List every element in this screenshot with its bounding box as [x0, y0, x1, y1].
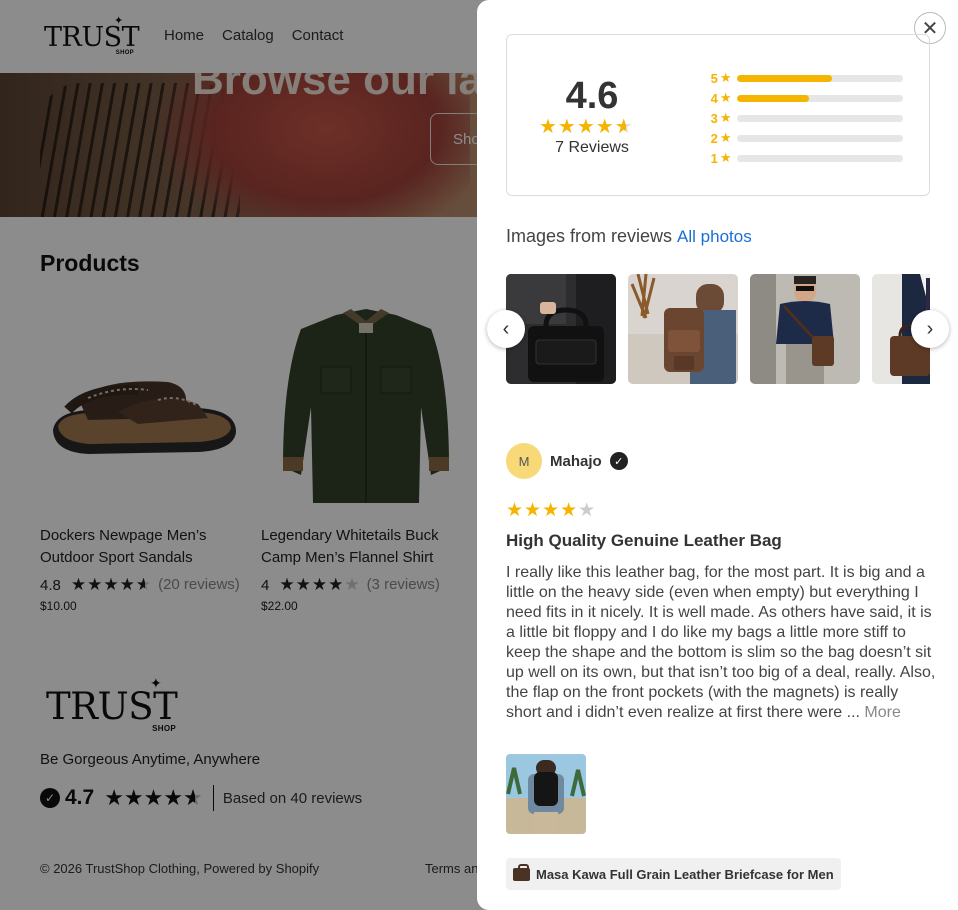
reviewer-name: Mahajo [550, 452, 602, 470]
distribution-row-1[interactable]: 1 ★ [693, 148, 903, 168]
distribution-bar-fill [737, 74, 832, 82]
briefcase-icon [513, 863, 530, 881]
distribution-row-5[interactable]: 5 ★ [693, 68, 903, 88]
average-stars-icon: ★★★★★ ★ [539, 116, 634, 138]
reviewer-info: M Mahajo ✓ [506, 443, 628, 479]
star-icon: ★ [719, 150, 732, 165]
average-rating: 4.6 [565, 75, 619, 117]
distribution-label: 2 [710, 130, 718, 146]
review-image-thumb[interactable] [750, 274, 860, 384]
carousel-next-button[interactable]: › [911, 310, 949, 348]
leather-messenger-bag-photo [750, 274, 860, 384]
rating-distribution: 5 ★ 4 ★ 3 ★ 2 ★ 1 ★ [693, 68, 903, 168]
review-body: I really like this leather bag, for the … [506, 563, 936, 723]
distribution-bar [737, 134, 903, 142]
reviewer-avatar: M [506, 443, 542, 479]
distribution-bar [737, 94, 903, 102]
verified-check-icon: ✓ [609, 452, 628, 470]
reviews-drawer: ✕ 4.6 ★★★★★★ 7 Reviews 5 ★ 4 ★ 3 ★ 2 ★ [477, 0, 958, 910]
distribution-bar [737, 154, 903, 162]
distribution-row-3[interactable]: 3 ★ [693, 108, 903, 128]
review-image-thumb[interactable] [628, 274, 738, 384]
review-stars-icon: ★★★★★ [506, 500, 597, 521]
distribution-label: 4 [710, 90, 718, 106]
review-images-heading: Images from reviews All photos [506, 226, 752, 247]
leather-backpack-photo [628, 274, 738, 384]
backpack-beach-photo [506, 754, 586, 834]
review-count: 7 Reviews [555, 139, 629, 156]
rating-summary-box: 4.6 ★★★★★ ★ 7 Reviews 5 ★ 4 ★ 3 ★ 2 ★ 1 … [506, 34, 930, 196]
review-title: High Quality Genuine Leather Bag [506, 531, 782, 550]
review-attached-photo[interactable] [506, 754, 586, 834]
star-icon: ★ [719, 110, 732, 125]
distribution-bar [737, 74, 903, 82]
read-more-link[interactable]: More [864, 704, 900, 721]
distribution-label: 5 [710, 70, 718, 86]
reviewed-product-tag[interactable]: Masa Kawa Full Grain Leather Briefcase f… [506, 858, 841, 890]
distribution-label: 3 [710, 110, 718, 126]
star-icon: ★ [719, 70, 732, 85]
chevron-right-icon: › [926, 317, 934, 340]
review-text: I really like this leather bag, for the … [506, 564, 936, 721]
distribution-bar-fill [737, 94, 809, 102]
distribution-label: 1 [710, 150, 718, 166]
carousel-prev-button[interactable]: ‹ [487, 310, 525, 348]
star-icon: ★ [719, 130, 732, 145]
chevron-left-icon: ‹ [502, 317, 510, 340]
distribution-row-4[interactable]: 4 ★ [693, 88, 903, 108]
reviewed-product-name: Masa Kawa Full Grain Leather Briefcase f… [536, 866, 834, 882]
all-photos-link[interactable]: All photos [677, 227, 752, 246]
review-images-carousel [506, 274, 930, 384]
star-icon: ★ [719, 90, 732, 105]
distribution-row-2[interactable]: 2 ★ [693, 128, 903, 148]
distribution-bar [737, 114, 903, 122]
review-images-title: Images from reviews [506, 226, 673, 246]
